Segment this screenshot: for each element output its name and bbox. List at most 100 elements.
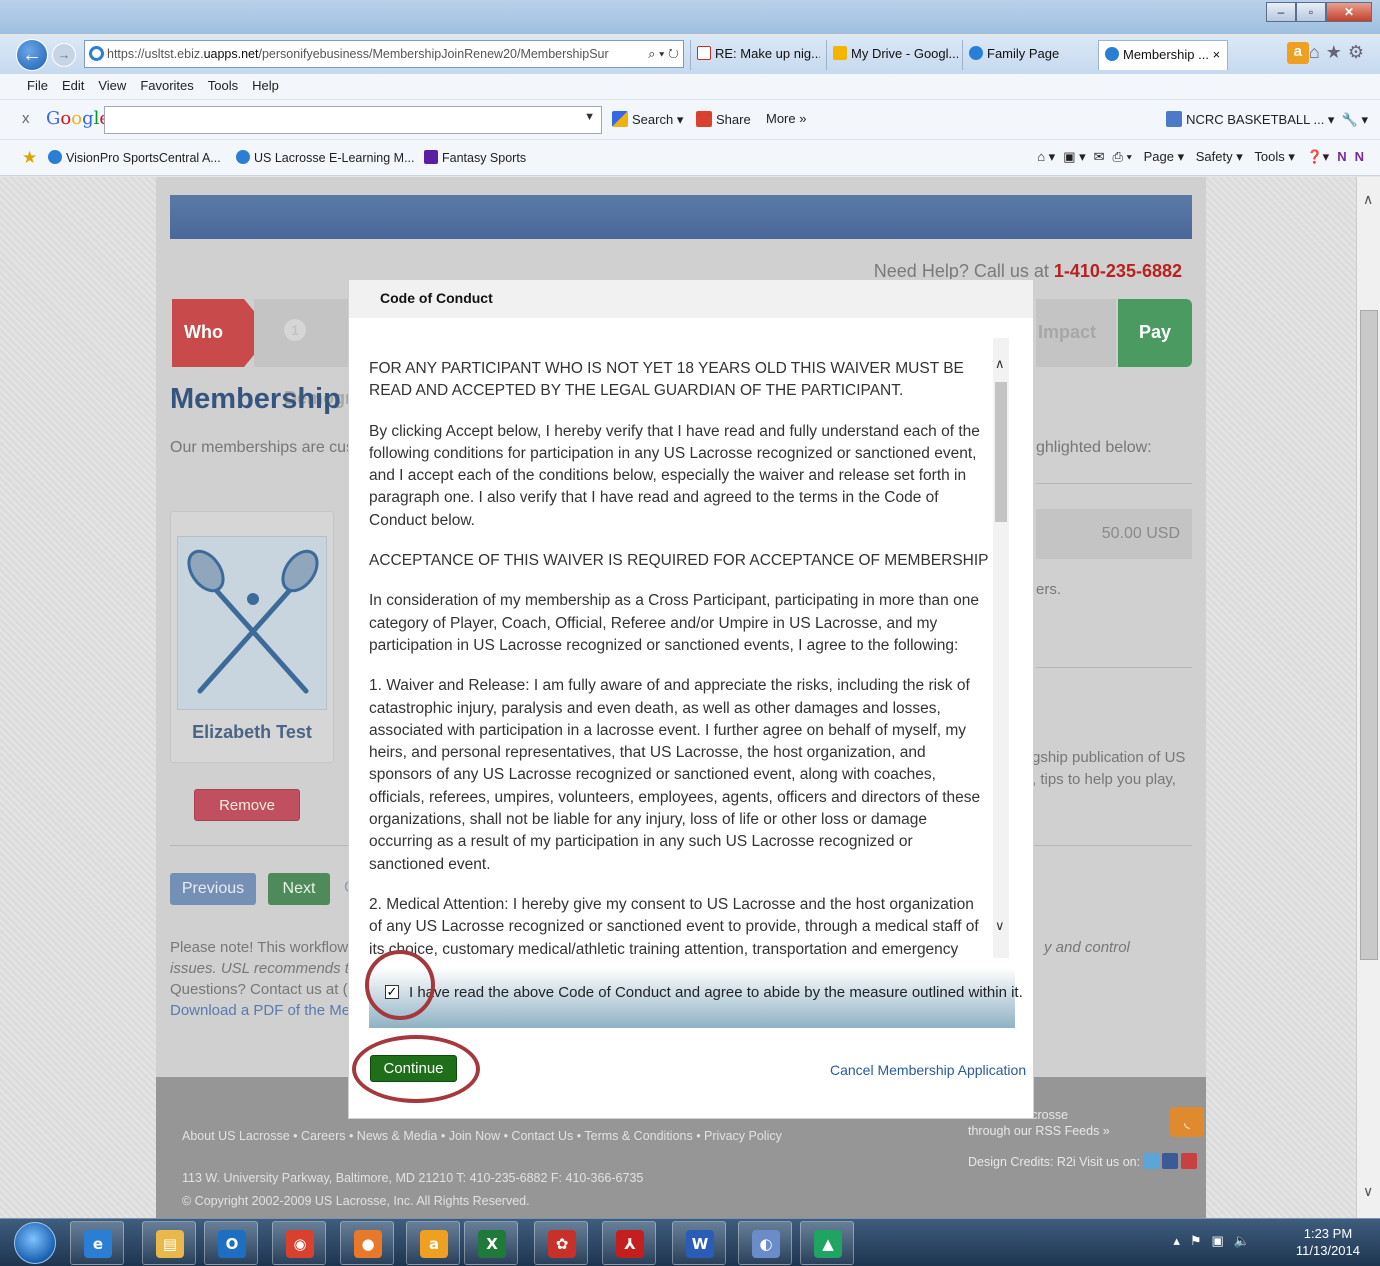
tab-close-icon[interactable]: × [1213,47,1221,62]
menu-edit[interactable]: Edit [55,74,91,93]
taskbar-chrome[interactable]: ◉ [272,1221,326,1265]
page-menu[interactable]: Page ▾ [1144,149,1185,164]
agree-label[interactable]: I have read the above Code of Conduct an… [409,984,1023,1001]
step-pay[interactable]: Pay [1118,299,1192,367]
scroll-thumb[interactable] [1360,310,1378,960]
fav-visionpro[interactable]: VisionPro SportsCentral A... [48,150,221,165]
tray-expand-icon[interactable]: ▴ [1173,1233,1190,1248]
menu-view[interactable]: View [91,74,133,93]
facebook-icon[interactable] [1162,1153,1179,1169]
scroll-down-icon[interactable]: ∨ [995,918,1005,934]
network-icon[interactable]: ▣ [1212,1233,1234,1248]
print-icon[interactable]: ⎙ ▾ [1113,149,1132,164]
taskbar-file-explorer[interactable]: ▤ [142,1221,196,1265]
tools-menu[interactable]: Tools ▾ [1254,149,1295,164]
taskbar-google-drive[interactable]: ▲ [800,1221,854,1265]
mail-icon[interactable]: ✉ [1094,149,1105,164]
maximize-button[interactable]: ▫ [1296,2,1326,22]
dropdown-arrow-icon[interactable]: ▼ [584,111,595,123]
google-share-button[interactable]: Share [696,111,751,127]
tab-label: Family Page [987,46,1060,61]
safety-menu[interactable]: Safety ▾ [1196,149,1243,164]
publication-line: gship publication of US [1032,749,1186,766]
step-demographics[interactable]: 1Demogr [254,299,364,408]
taskbar-acrobat[interactable]: ⅄ [602,1221,656,1265]
back-button[interactable]: ← [16,39,48,71]
conduct-scroll-area[interactable]: FOR ANY PARTICIPANT WHO IS NOT YET 18 YE… [369,338,1009,958]
action-center-icon[interactable]: ⚑ [1190,1233,1212,1248]
dialog-scroll-thumb[interactable] [995,382,1007,522]
code-of-conduct-dialog: Code of Conduct FOR ANY PARTICIPANT WHO … [349,280,1033,1118]
tab-label: My Drive - Googl... [851,46,958,61]
taskbar-outlook[interactable]: O [204,1221,258,1265]
conduct-paragraph: In consideration of my membership as a C… [369,592,979,654]
volume-icon[interactable]: 🔈 [1234,1233,1260,1248]
dialog-scrollbar[interactable]: ∧ ∨ [993,338,1009,958]
minimize-button[interactable]: – [1266,2,1296,22]
taskbar-internet-explorer[interactable]: e [70,1221,124,1265]
navigation-bar: ← → https://usltst.ebiz.uapps.net/person… [0,36,1380,74]
google-more-button[interactable]: More » [766,111,806,126]
amazon-icon[interactable]: a [1286,42,1309,64]
taskbar-paw-app[interactable]: ✿ [534,1221,588,1265]
google-search-input[interactable]: ▼ [104,106,602,134]
page-scrollbar[interactable]: ∧ ∨ [1356,177,1380,1218]
favorites-star-icon[interactable]: ★ [1326,42,1348,62]
previous-button[interactable]: Previous [170,873,256,905]
scroll-up-icon[interactable]: ∧ [1363,191,1373,208]
menu-favorites[interactable]: Favorites [133,74,200,93]
taskbar-media-player[interactable]: ◐ [738,1221,792,1265]
favorites-add-icon[interactable]: ★ [22,148,37,168]
feeds-icon[interactable]: ▣ ▾ [1063,149,1085,164]
clock[interactable]: 1:23 PM 11/13/2014 [1296,1225,1360,1259]
fav-fantasy-sports[interactable]: Fantasy Sports [424,150,526,165]
menu-file[interactable]: File [20,74,55,93]
google-account-button[interactable]: NCRC BASKETBALL ... ▾ 🔧 ▾ [1166,111,1368,128]
start-button[interactable] [14,1222,56,1264]
drive-icon [833,46,847,60]
tab-membership[interactable]: Membership ... × [1098,40,1228,70]
youtube-icon[interactable] [1181,1153,1198,1169]
taskbar-excel[interactable]: X [464,1221,518,1265]
step-impact[interactable]: Impact [1036,299,1116,367]
onenote-icon[interactable]: N [1337,149,1346,164]
close-window-button[interactable]: ✕ [1326,2,1372,22]
taskbar-word[interactable]: W [672,1221,726,1265]
tab-gmail[interactable]: RE: Make up nig... [690,40,820,70]
dialog-header: Code of Conduct [349,280,1033,318]
home-icon[interactable]: ⌂ [1309,42,1326,62]
forward-button[interactable]: → [52,43,76,67]
twitter-icon[interactable] [1143,1153,1160,1169]
footer-links[interactable]: About US Lacrosse • Careers • News & Med… [182,1129,782,1143]
rss-icon[interactable]: ◟ [1170,1107,1204,1137]
taskbar-firefox[interactable]: ● [340,1221,394,1265]
paw-app-icon: ✿ [548,1230,576,1258]
menu-help[interactable]: Help [245,74,286,93]
help-icon[interactable]: ❓▾ [1307,149,1330,164]
conduct-paragraph: By clicking Accept below, I hereby verif… [369,422,980,529]
next-button[interactable]: Next [268,873,330,905]
cancel-membership-link[interactable]: Cancel Membership Application [830,1062,1026,1078]
step-number: 1 [284,319,306,341]
tab-drive[interactable]: My Drive - Googl... [826,40,958,70]
fav-label: Fantasy Sports [442,151,527,165]
settings-gear-icon[interactable]: ⚙ [1348,42,1370,62]
address-bar[interactable]: https://usltst.ebiz.uapps.net/personifye… [84,40,684,68]
home-icon[interactable]: ⌂ ▾ [1037,149,1055,164]
download-pdf-link[interactable]: Download a PDF of the Me [170,1000,360,1021]
tab-family-page[interactable]: Family Page [962,40,1092,70]
divider [1036,483,1192,484]
address-search-refresh-icons[interactable]: ⌕ ▾ ↻ [644,41,679,67]
clock-date: 11/13/2014 [1295,1243,1360,1258]
remove-button[interactable]: Remove [194,789,300,821]
scroll-down-icon[interactable]: ∨ [1363,1183,1373,1200]
google-search-button[interactable]: Search ▾ [612,111,683,128]
step-who[interactable]: Who [172,299,272,367]
google-toolbar-close-icon[interactable]: x [22,110,30,127]
scroll-up-icon[interactable]: ∧ [995,356,1005,372]
onenote-linked-icon[interactable]: N [1355,149,1364,164]
fav-uslacrosse-elearning[interactable]: US Lacrosse E-Learning M... [236,150,415,165]
menu-tools[interactable]: Tools [201,74,245,93]
taskbar-amazon[interactable]: a [406,1221,460,1265]
note-line: Questions? Contact us at ( [170,981,348,998]
